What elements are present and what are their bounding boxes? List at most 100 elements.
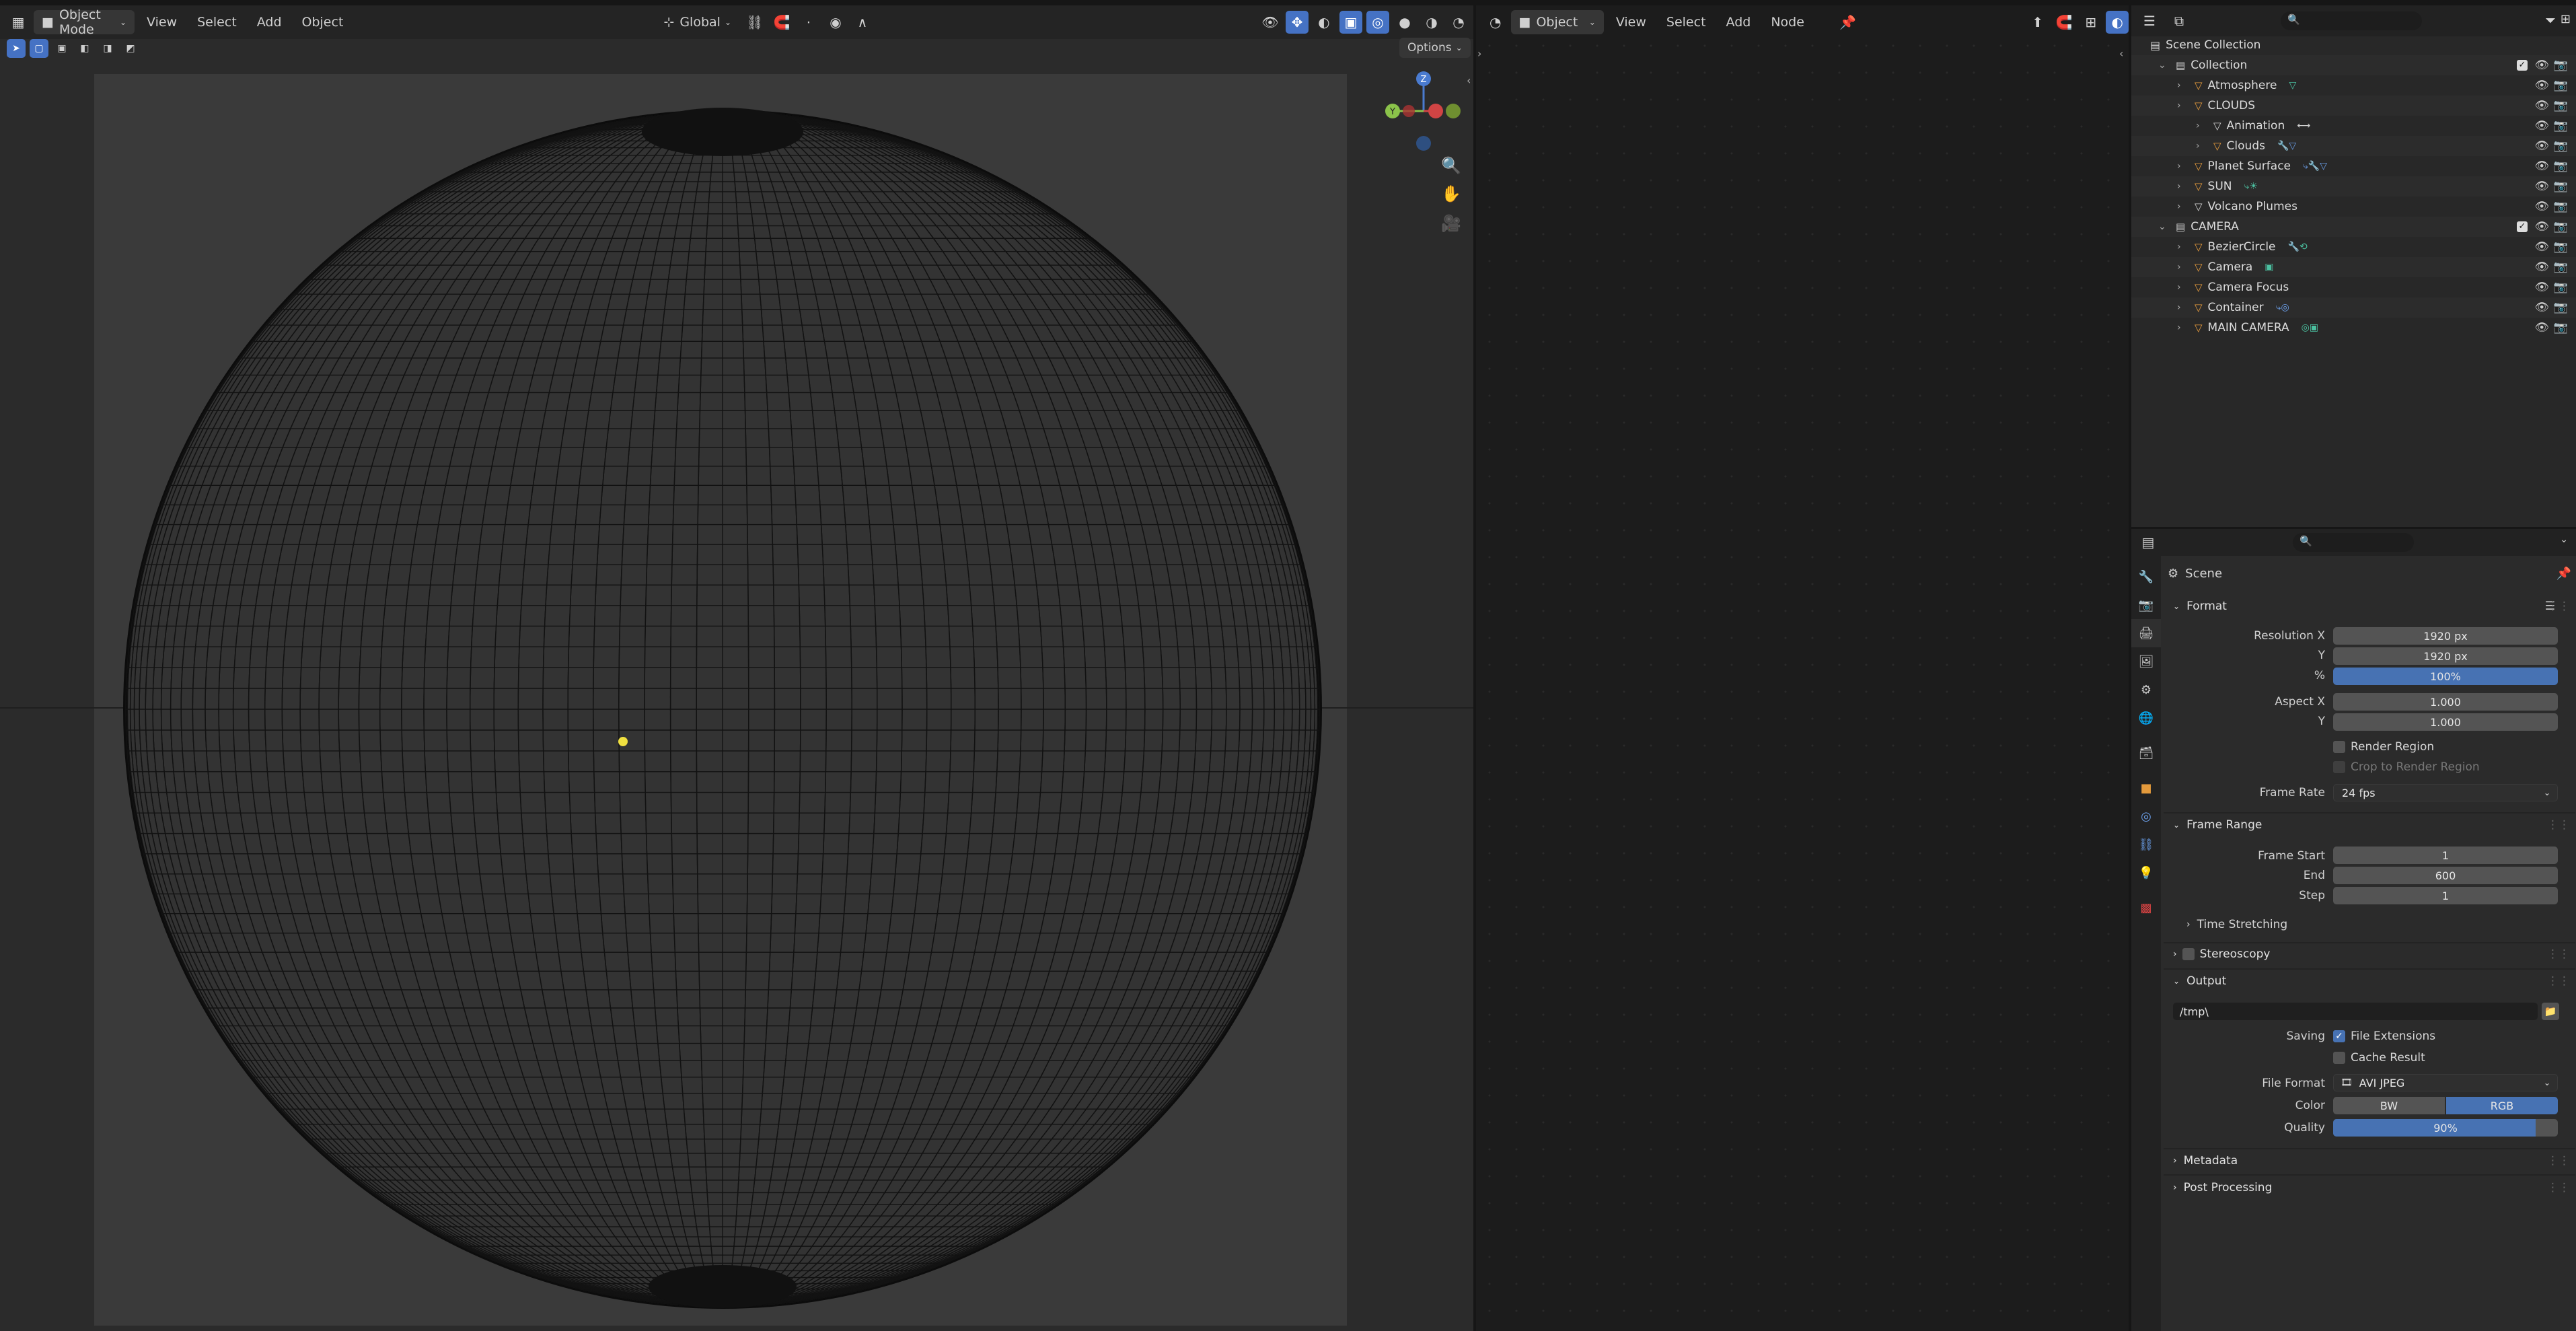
file-format-dropdown[interactable]: 🎞 AVI JPEG ⌄ (2333, 1074, 2558, 1091)
solid-shading-icon[interactable]: ● (1393, 11, 1416, 34)
proportional-edit-icon[interactable]: ◉ (824, 11, 847, 34)
chevron-right-icon[interactable]: › (2177, 201, 2189, 212)
outliner-search-input[interactable]: 🔍 (2281, 11, 2422, 30)
menu-add[interactable]: Add (1718, 10, 1759, 34)
eye-icon[interactable]: 👁 (2534, 119, 2549, 133)
material-shading-icon[interactable]: ◑ (1420, 11, 1443, 34)
outliner-row[interactable]: › ▽ Clouds 🔧▽ 👁 📷 (2131, 136, 2576, 156)
chevron-right-icon[interactable]: › (2177, 80, 2189, 91)
select-tool-icon[interactable]: ➤ (7, 39, 26, 58)
eye-icon[interactable]: 👁 (2534, 200, 2549, 213)
aspect-y-field[interactable]: 1.000 (2333, 713, 2558, 731)
outliner-scene-collection[interactable]: ▤ Scene Collection (2131, 35, 2576, 55)
modifier-icons[interactable]: 🔧⟲ (2288, 242, 2308, 252)
chevron-right-icon[interactable]: › (2177, 302, 2189, 313)
object-tab-icon[interactable]: ■ (2131, 774, 2161, 802)
eye-icon[interactable]: 👁 (2534, 180, 2549, 193)
snap-target-icon[interactable]: ⋅ (797, 11, 820, 34)
render-tab-icon[interactable]: 📷 (2131, 591, 2161, 619)
select-intersect-icon[interactable]: ◩ (121, 39, 140, 58)
color-rgb-option[interactable]: RGB (2446, 1097, 2558, 1114)
drag-handle-icon[interactable]: ⋮⋮ (2547, 947, 2570, 961)
modifier-icons[interactable]: 🔧▽ (2277, 141, 2296, 151)
eye-icon[interactable]: 👁 (2534, 220, 2549, 233)
modifier-icons[interactable]: ▽ (2289, 80, 2296, 91)
resolution-percent-field[interactable]: 100% (2333, 668, 2558, 685)
camera-render-icon[interactable]: 📷 (2554, 200, 2568, 213)
menu-add[interactable]: Add (249, 10, 290, 34)
options-dropdown[interactable]: Options ⌄ (1399, 38, 1471, 58)
file-extensions-checkbox[interactable]: ✓ (2333, 1030, 2345, 1042)
folder-icon[interactable]: 📁 (2542, 1003, 2559, 1020)
menu-view[interactable]: View (1608, 10, 1654, 34)
camera-view-icon[interactable]: 🎥 (1441, 214, 1461, 233)
editor-type-icon[interactable]: ◔ (1484, 11, 1507, 34)
eye-icon[interactable]: 👁 (2534, 321, 2549, 334)
parent-node-icon[interactable]: ⬆ (2026, 11, 2049, 34)
sidebar-toggle-icon[interactable]: ‹ (1467, 74, 1471, 87)
pin-icon[interactable]: 📌 (2556, 567, 2571, 581)
snap-mode-icon[interactable]: ⊞ (2080, 11, 2102, 34)
texture-tab-icon[interactable]: ▩ (2131, 894, 2161, 922)
toolbar-toggle-icon[interactable]: › (1477, 47, 1481, 60)
chevron-down-icon[interactable]: ⌄ (2158, 221, 2170, 232)
camera-render-icon[interactable]: 📷 (2554, 159, 2568, 173)
modifier-icons[interactable]: ▣ (2265, 262, 2273, 273)
outliner-row[interactable]: › ▽ BezierCircle 🔧⟲ 👁 📷 (2131, 237, 2576, 257)
eye-icon[interactable]: 👁 (2534, 59, 2549, 72)
select-subtract-icon[interactable]: ◧ (75, 39, 94, 58)
select-extend-icon[interactable]: ▣ (52, 39, 71, 58)
modifier-icons[interactable]: ◎▣ (2302, 322, 2318, 333)
chevron-right-icon[interactable]: › (2177, 282, 2189, 293)
rendered-shading-icon[interactable]: ◔ (1447, 11, 1470, 34)
camera-render-icon[interactable]: 📷 (2554, 119, 2568, 133)
render-region-checkbox[interactable] (2333, 741, 2345, 753)
world-tab-icon[interactable]: 🌐 (2131, 704, 2161, 732)
eye-icon[interactable]: 👁 (2534, 240, 2549, 254)
eye-icon[interactable]: 👁 (2534, 99, 2549, 112)
gizmo-toggle-icon[interactable]: ✥ (1286, 11, 1309, 34)
camera-render-icon[interactable]: 📷 (2554, 220, 2568, 233)
editor-type-icon[interactable]: ☰ (2138, 9, 2161, 32)
eye-icon[interactable]: 👁 (2534, 139, 2549, 153)
outliner-row[interactable]: › ▽ Container ⤷◎ 👁 📷 (2131, 297, 2576, 318)
menu-view[interactable]: View (139, 10, 185, 34)
mode-dropdown[interactable]: ■ Object Mode ⌄ (34, 7, 135, 37)
chevron-down-icon[interactable]: ⌄ (2158, 60, 2170, 71)
chevron-down-icon[interactable]: ⌄ (2560, 534, 2568, 545)
exclude-checkbox[interactable]: ✓ (2517, 221, 2528, 232)
camera-render-icon[interactable]: 📷 (2554, 79, 2568, 92)
camera-render-icon[interactable]: 📷 (2554, 59, 2568, 72)
camera-render-icon[interactable]: 📷 (2554, 301, 2568, 314)
panel-stereoscopy-header[interactable]: › Stereoscopy ⋮⋮ (2166, 943, 2573, 966)
data-tab-icon[interactable]: 💡 (2131, 859, 2161, 887)
light-point[interactable] (618, 737, 628, 746)
chevron-right-icon[interactable]: › (2177, 262, 2189, 273)
transform-orientation-dropdown[interactable]: ⊹ Global ⌄ (655, 10, 739, 34)
aspect-x-field[interactable]: 1.000 (2333, 693, 2558, 711)
outliner-row[interactable]: › ▽ Camera Focus 👁 📷 (2131, 277, 2576, 297)
modifier-icons[interactable]: ⤷🔧▽ (2303, 161, 2327, 172)
outliner-row[interactable]: › ▽ Atmosphere ▽ 👁 📷 (2131, 75, 2576, 96)
select-invert-icon[interactable]: ◨ (98, 39, 117, 58)
visibility-icon[interactable]: 👁 (1259, 11, 1282, 34)
display-mode-icon[interactable]: ⧉ (2168, 9, 2191, 32)
collection-tab-icon[interactable]: 🗃 (2131, 739, 2161, 767)
panel-post-processing-header[interactable]: › Post Processing ⋮⋮ (2166, 1176, 2573, 1199)
drag-handle-icon[interactable]: ⋮⋮ (2547, 974, 2570, 988)
drag-handle-icon[interactable]: ⋮⋮ (2547, 1181, 2570, 1194)
outliner-row[interactable]: › ▽ SUN ⤷☀ 👁 📷 (2131, 176, 2576, 196)
filter-icon[interactable]: ⏷ (2545, 12, 2556, 28)
eye-icon[interactable]: 👁 (2534, 159, 2549, 173)
falloff-icon[interactable]: ∧ (851, 11, 874, 34)
select-new-icon[interactable]: ▢ (30, 39, 48, 58)
panel-format-header[interactable]: ⌄ Format ☰ ⋮⋮ (2166, 595, 2573, 618)
physics-tab-icon[interactable]: ◎ (2131, 802, 2161, 830)
chevron-right-icon[interactable]: › (2177, 161, 2189, 172)
modifier-icons[interactable]: ⤷☀ (2244, 181, 2258, 192)
camera-render-icon[interactable]: 📷 (2554, 240, 2568, 254)
constraints-tab-icon[interactable]: ⛓ (2131, 830, 2161, 859)
wireframe-shading-icon[interactable]: ◎ (1366, 11, 1389, 34)
navigation-gizmo[interactable]: Z Y (1379, 64, 1467, 151)
snap-icon[interactable]: 🧲 (770, 11, 793, 34)
